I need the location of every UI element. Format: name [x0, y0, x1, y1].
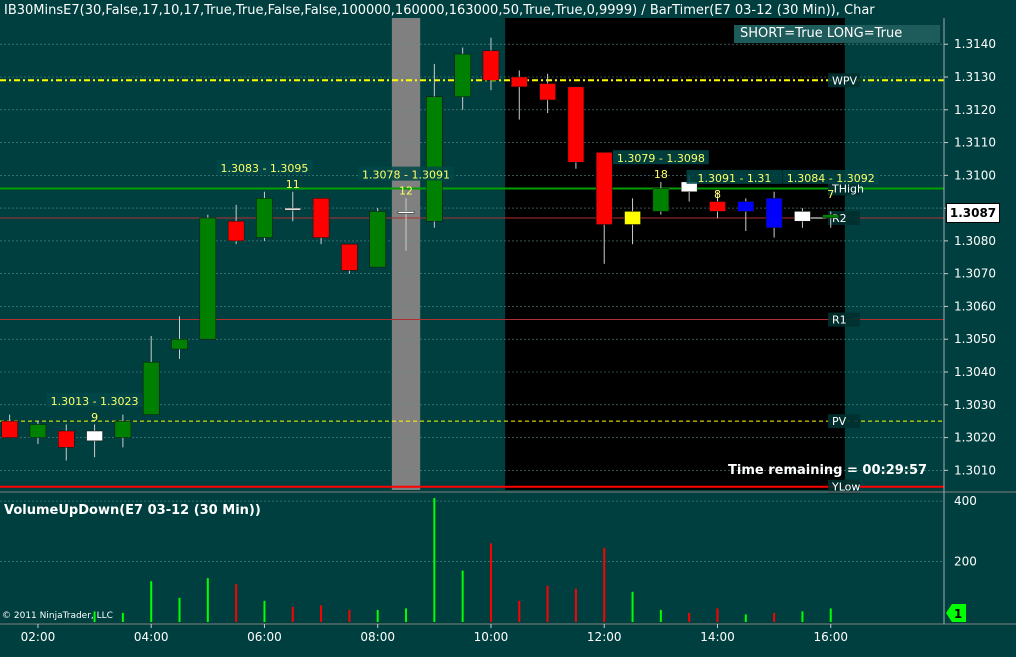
range-label: 1.3078 - 1.3091	[362, 169, 450, 182]
candle-body	[426, 96, 443, 222]
volume-panel-title: VolumeUpDown(E7 03-12 (30 Min))	[4, 503, 261, 518]
level-label-pv: PV	[832, 415, 847, 428]
chart-canvas[interactable]: WPVTHighR2R1PVYLow1.3013 - 1.302391.3083…	[0, 0, 1016, 657]
candle-body	[822, 214, 839, 219]
last-price-badge: 1.3087	[946, 203, 1000, 223]
candle-body	[539, 83, 556, 101]
shaded-region	[505, 18, 845, 490]
price-tick-label: 1.3110	[954, 136, 996, 150]
price-tick-label: 1.3020	[954, 431, 996, 445]
candle-body	[142, 361, 160, 415]
price-tick-label: 1.3140	[954, 37, 996, 51]
range-count: 12	[399, 185, 413, 198]
volume-marker-value: 1	[954, 607, 962, 621]
candle-body	[256, 198, 273, 238]
volume-marker: 1	[946, 604, 966, 622]
candle-body	[284, 207, 302, 211]
range-count: 7	[827, 188, 834, 201]
time-tick-label: 16:00	[813, 630, 848, 644]
range-count: 11	[286, 178, 300, 191]
candle-body	[794, 211, 811, 222]
range-label: 1.3013 - 1.3023	[51, 395, 139, 408]
candle-body	[1, 420, 18, 438]
level-label-r1: R1	[832, 314, 847, 327]
price-tick-label: 1.3080	[954, 234, 996, 248]
signal-label: SHORT=True LONG=True	[734, 25, 940, 43]
candle-body	[454, 53, 471, 97]
level-label-r2: R2	[832, 212, 847, 225]
candle-body	[86, 430, 103, 442]
time-tick-label: 12:00	[587, 630, 622, 644]
time-tick-label: 06:00	[247, 630, 282, 644]
price-tick-label: 1.3120	[954, 103, 996, 117]
range-count: 9	[91, 411, 98, 424]
level-label-wpv: WPV	[832, 74, 858, 87]
volume-tick-label: 200	[954, 555, 977, 569]
candle-body	[482, 50, 500, 81]
range-label: 1.3091 - 1.31	[697, 172, 771, 185]
candle-body	[397, 211, 415, 214]
range-count: 8	[714, 188, 721, 201]
candle-body	[652, 188, 670, 212]
candle-body	[58, 430, 75, 448]
time-tick-label: 02:00	[21, 630, 56, 644]
price-tick-label: 1.3060	[954, 299, 996, 313]
candle-body	[29, 424, 47, 438]
candle-body	[369, 211, 386, 268]
candle-body	[709, 201, 726, 212]
shaded-region	[391, 18, 421, 490]
price-tick-label: 1.3040	[954, 365, 996, 379]
candle-body	[567, 86, 585, 163]
time-tick-label: 14:00	[700, 630, 735, 644]
range-label: 1.3084 - 1.3092	[787, 172, 875, 185]
candle-body	[595, 152, 613, 225]
time-tick-label: 10:00	[474, 630, 509, 644]
copyright-text: © 2011 NinjaTrader, LLC	[2, 611, 113, 621]
range-label: 1.3083 - 1.3095	[220, 162, 308, 175]
price-tick-label: 1.3100	[954, 168, 996, 182]
price-tick-label: 1.3050	[954, 332, 996, 346]
price-tick-label: 1.3130	[954, 70, 996, 84]
price-tick-label: 1.3070	[954, 267, 996, 281]
range-label: 1.3079 - 1.3098	[617, 152, 705, 165]
time-tick-label: 04:00	[134, 630, 169, 644]
candle-body	[341, 243, 358, 271]
candle-body	[765, 198, 783, 229]
candle-body	[199, 217, 217, 340]
range-count: 18	[654, 168, 668, 181]
time-tick-label: 08:00	[360, 630, 395, 644]
candle-body	[624, 211, 641, 225]
candle-body	[312, 198, 330, 238]
price-tick-label: 1.3030	[954, 398, 996, 412]
chart-window: WPV THigh R2 R1 PV YLow 1.3013 - 1.3023 9 1.3083…	[0, 0, 1016, 657]
candle-body	[737, 201, 755, 212]
candle-body	[171, 338, 188, 350]
volume-tick-label: 400	[954, 494, 977, 508]
candle-body	[511, 76, 528, 88]
price-tick-label: 1.3010	[954, 463, 996, 477]
candle-body	[227, 220, 245, 242]
chart-title: IB30MinsE7(30,False,17,10,17,True,True,F…	[4, 3, 875, 18]
time-remaining-label: Time remaining = 00:29:57	[728, 463, 928, 478]
candle-body	[114, 420, 132, 438]
